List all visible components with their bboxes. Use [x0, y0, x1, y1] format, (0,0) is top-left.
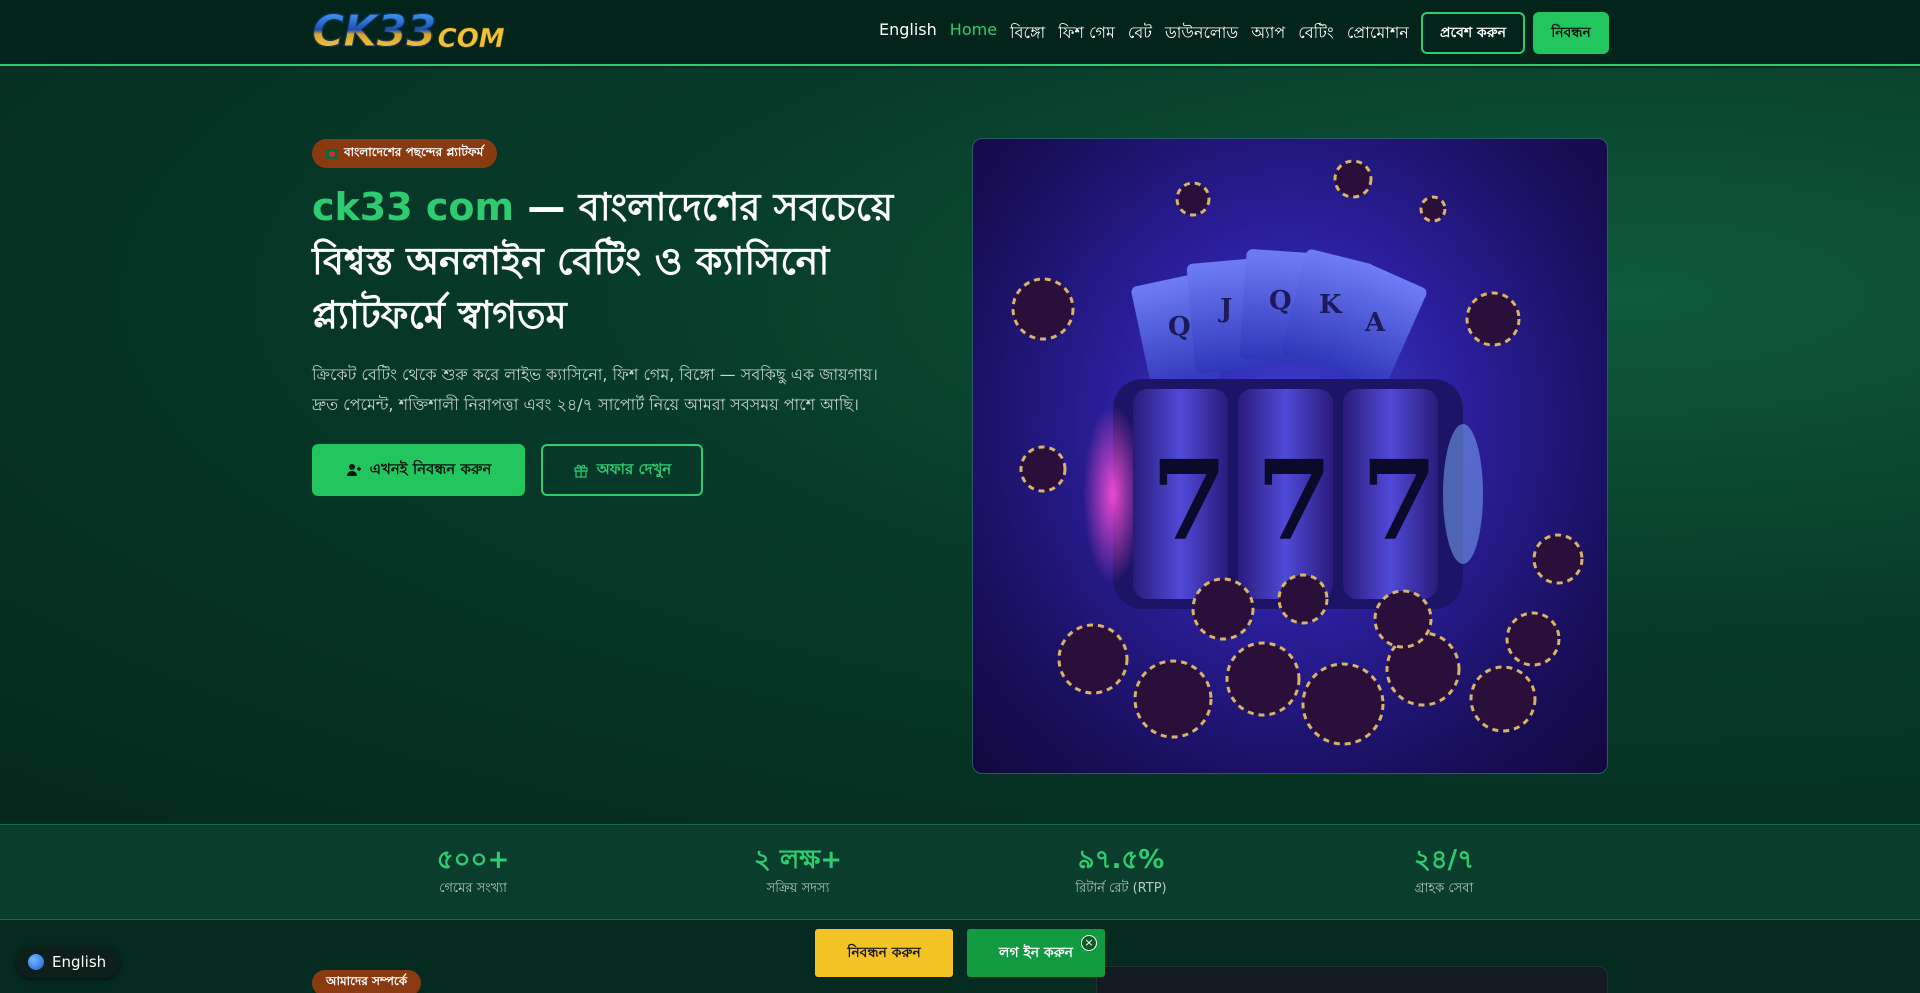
close-icon[interactable]: ×	[1081, 935, 1097, 951]
stat-rtp-label: রিটার্ন রেট (RTP)	[1075, 881, 1167, 896]
svg-text:A: A	[1364, 308, 1386, 338]
nav-item-bet[interactable]: বেট	[1128, 20, 1152, 47]
sticky-register-button[interactable]: নিবন্ধন করুন	[815, 929, 953, 977]
about-us-badge: আমাদের সম্পর্কে	[312, 970, 422, 993]
svg-text:7: 7	[1361, 436, 1438, 565]
slot-machine-illustration: Q J Q K A 7 7 7	[1011, 159, 1584, 746]
nav-item-home[interactable]: Home	[950, 20, 997, 47]
stats-bar: ৫০০+ গেমের সংখ্যা ২ লক্ষ+ সক্রিয় সদস্য …	[0, 824, 1920, 920]
language-switcher-label: English	[52, 953, 107, 971]
about-media-card	[1096, 966, 1608, 993]
bangladesh-flag-icon	[326, 148, 338, 159]
user-plus-icon	[346, 464, 361, 476]
main-nav: English Home বিঙ্গো ফিশ গেম বেট ডাউনলোড …	[879, 20, 1422, 47]
hero-section	[0, 68, 1920, 824]
svg-text:J: J	[1218, 294, 1232, 324]
svg-text:7: 7	[1256, 436, 1333, 565]
hero-description-line-1: ক্রিকেট বেটিং থেকে শুরু করে লাইভ ক্যাসিন…	[312, 365, 878, 384]
stat-support-label: গ্রাহক সেবা	[1414, 881, 1474, 896]
globe-icon	[28, 954, 44, 970]
site-logo[interactable]: CK33 COM	[312, 6, 505, 57]
nav-item-bingo[interactable]: বিঙ্গো	[1010, 20, 1045, 47]
view-offers-label: অফার দেখুন	[596, 459, 672, 478]
logo-main-text: CK33	[312, 6, 438, 57]
stat-rtp-value: ৯৭.৫%	[1077, 845, 1165, 875]
stat-support: ২৪/৭ গ্রাহক সেবা	[1344, 843, 1544, 900]
hero-description: ক্রিকেট বেটিং থেকে শুরু করে লাইভ ক্যাসিন…	[312, 360, 912, 420]
view-offers-button[interactable]: অফার দেখুন	[541, 444, 703, 496]
svg-text:7: 7	[1151, 436, 1228, 565]
stat-games: ৫০০+ গেমের সংখ্যা	[373, 843, 573, 900]
site-header: CK33 COM English Home বিঙ্গো ফিশ গেম বেট…	[0, 0, 1920, 66]
stat-games-label: গেমের সংখ্যা	[439, 881, 507, 896]
login-button[interactable]: প্রবেশ করুন	[1421, 12, 1525, 54]
nav-item-promotion[interactable]: প্রোমোশন	[1347, 20, 1409, 47]
hero-title: ck33 com — বাংলাদেশের সবচেয়ে বিশ্বস্ত অ…	[312, 180, 912, 342]
hero-description-line-2: দ্রুত পেমেন্ট, শক্তিশালী নিরাপত্তা এবং ২…	[312, 395, 859, 414]
stat-members-label: সক্রিয় সদস্য	[766, 881, 830, 896]
stat-members: ২ লক্ষ+ সক্রিয় সদস্য	[698, 843, 898, 900]
hero-badge: বাংলাদেশের পছন্দের প্ল্যাটফর্ম	[312, 139, 498, 168]
nav-item-betting[interactable]: বেটিং	[1298, 20, 1334, 47]
logo-suffix-text: COM	[437, 24, 505, 55]
hero-badge-label: বাংলাদেশের পছন্দের প্ল্যাটফর্ম	[344, 144, 484, 159]
stat-members-value: ২ লক্ষ+	[753, 845, 843, 875]
svg-text:K: K	[1319, 290, 1343, 320]
stat-games-value: ৫০০+	[436, 845, 510, 875]
stat-rtp: ৯৭.৫% রিটার্ন রেট (RTP)	[1021, 843, 1221, 900]
nav-item-download[interactable]: ডাউনলোড	[1165, 20, 1238, 47]
hero-slot-machine-image: Q J Q K A 7 7 7	[972, 138, 1608, 774]
gift-icon	[574, 464, 588, 478]
register-now-label: এখনই নিবন্ধন করুন	[369, 459, 492, 478]
register-button[interactable]: নিবন্ধন	[1533, 12, 1609, 54]
stat-support-value: ২৪/৭	[1413, 845, 1475, 875]
nav-item-fish-game[interactable]: ফিশ গেম	[1058, 20, 1115, 47]
hero-title-accent: ck33 com	[312, 185, 515, 229]
register-now-button[interactable]: এখনই নিবন্ধন করুন	[312, 444, 525, 496]
svg-text:Q: Q	[1269, 286, 1292, 316]
nav-item-app[interactable]: অ্যাপ	[1251, 20, 1285, 47]
language-switcher[interactable]: English	[16, 946, 121, 978]
nav-item-english[interactable]: English	[879, 20, 937, 47]
svg-text:Q: Q	[1168, 312, 1191, 342]
